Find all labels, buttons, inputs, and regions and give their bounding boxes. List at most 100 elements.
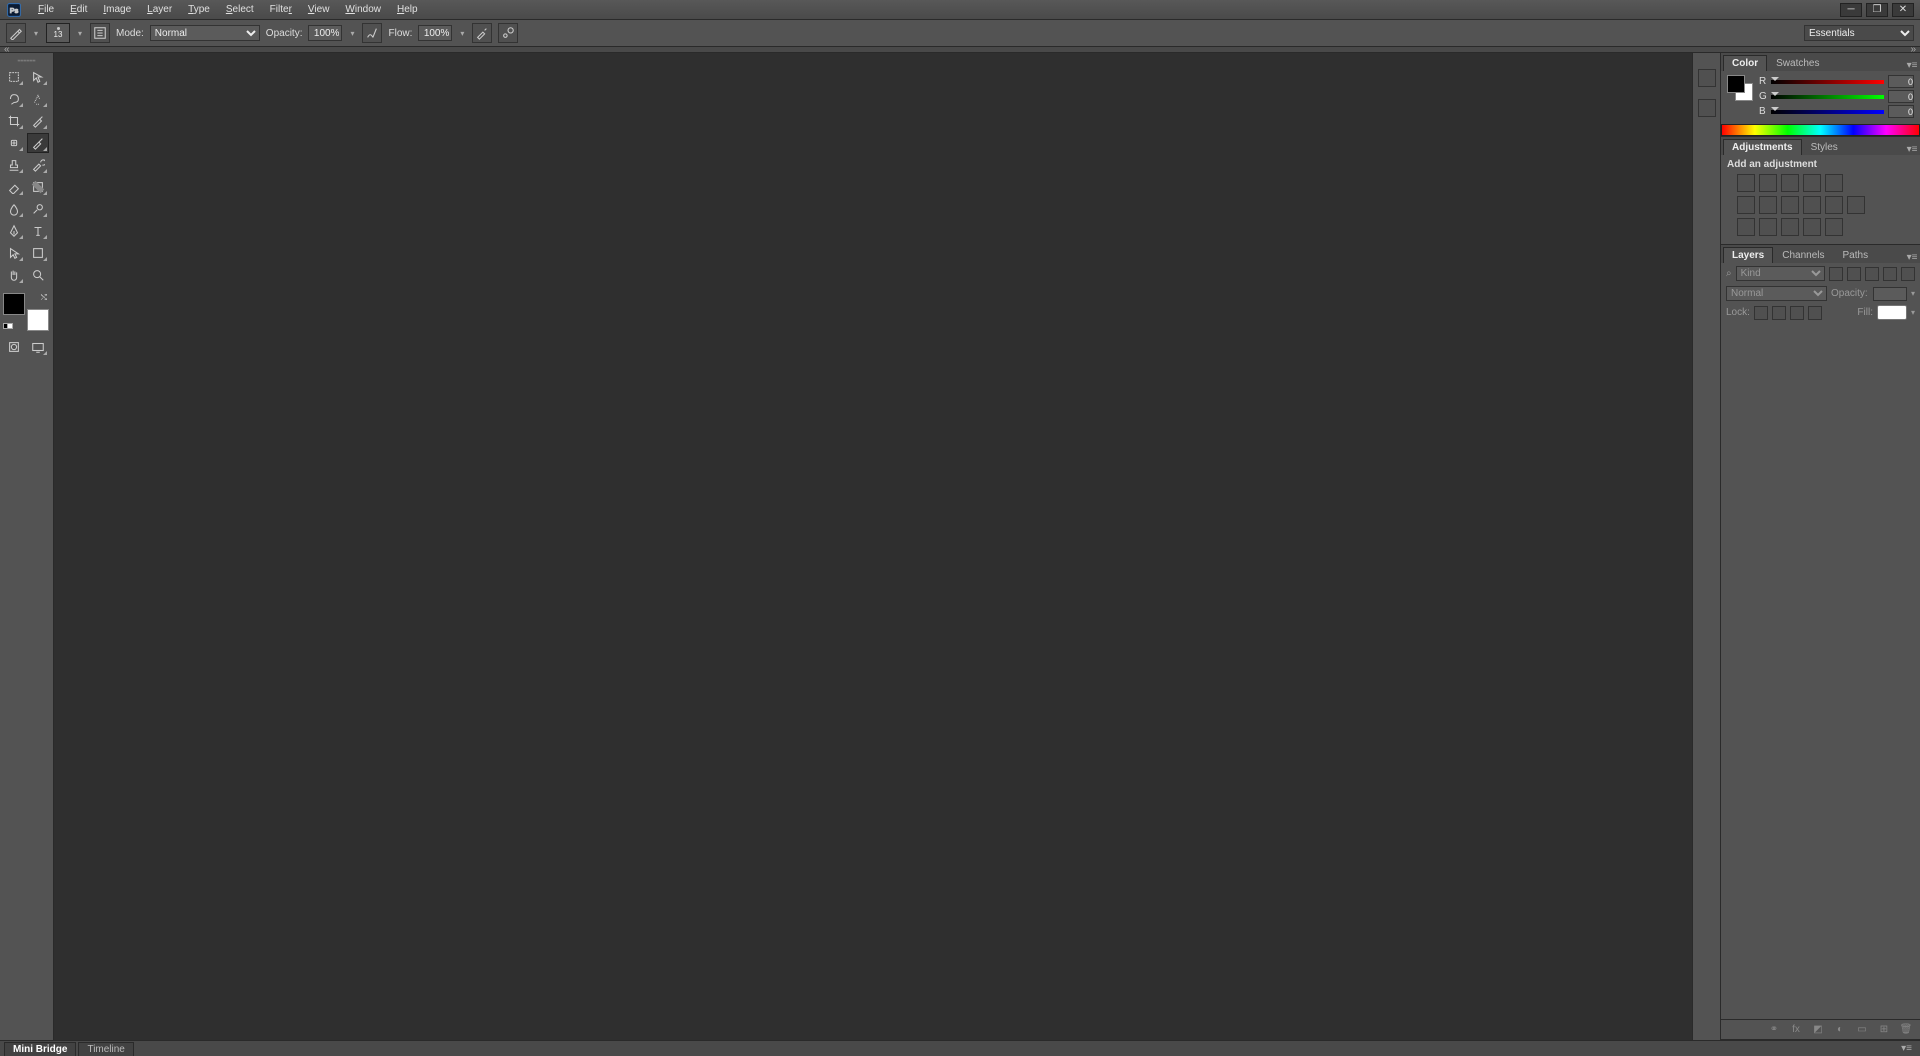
- window-maximize-button[interactable]: ❐: [1866, 3, 1888, 17]
- menu-image[interactable]: Image: [95, 2, 139, 17]
- new-layer-icon[interactable]: ⊞: [1876, 1023, 1892, 1037]
- marquee-tool[interactable]: [3, 67, 25, 87]
- layer-fill-input[interactable]: [1877, 305, 1907, 320]
- foreground-color[interactable]: [3, 293, 25, 315]
- adj-channelmixer-icon[interactable]: [1825, 196, 1843, 214]
- history-brush-tool[interactable]: [27, 155, 49, 175]
- brush-tool[interactable]: [27, 133, 49, 153]
- adj-colorlookup-icon[interactable]: [1847, 196, 1865, 214]
- blend-mode-select[interactable]: Normal: [150, 25, 260, 41]
- layer-fx-icon[interactable]: fx: [1788, 1023, 1804, 1037]
- zoom-tool[interactable]: [27, 265, 49, 285]
- layer-opacity-dropdown[interactable]: ▾: [1911, 289, 1915, 298]
- lock-transparent-icon[interactable]: [1754, 306, 1768, 320]
- lock-pixels-icon[interactable]: [1772, 306, 1786, 320]
- blur-tool[interactable]: [3, 199, 25, 219]
- panel-color-swatch[interactable]: [1727, 75, 1753, 101]
- menu-type[interactable]: Type: [180, 2, 218, 17]
- new-fill-adj-icon[interactable]: ◐: [1832, 1023, 1848, 1037]
- layer-fill-dropdown[interactable]: ▾: [1911, 308, 1915, 317]
- adj-vibrance-icon[interactable]: [1825, 174, 1843, 192]
- tab-styles[interactable]: Styles: [1802, 139, 1847, 155]
- filter-shape-icon[interactable]: [1883, 267, 1897, 281]
- tab-mini-bridge[interactable]: Mini Bridge: [4, 1042, 76, 1056]
- tab-paths[interactable]: Paths: [1834, 247, 1878, 263]
- shape-tool[interactable]: [27, 243, 49, 263]
- color-panel-menu[interactable]: ▾≡: [1906, 60, 1918, 71]
- filter-smart-icon[interactable]: [1901, 267, 1915, 281]
- adj-curves-icon[interactable]: [1781, 174, 1799, 192]
- opacity-input[interactable]: [308, 25, 342, 41]
- filter-type-icon[interactable]: [1865, 267, 1879, 281]
- screenmode-tool[interactable]: [27, 337, 49, 357]
- menu-file[interactable]: File: [30, 2, 62, 17]
- tab-color[interactable]: Color: [1723, 55, 1767, 71]
- adj-selectivecolor-icon[interactable]: [1825, 218, 1843, 236]
- opacity-dropdown[interactable]: ▾: [348, 29, 356, 38]
- adj-threshold-icon[interactable]: [1781, 218, 1799, 236]
- layers-panel-menu[interactable]: ▾≡: [1906, 252, 1918, 263]
- adj-photofilter-icon[interactable]: [1803, 196, 1821, 214]
- swap-colors-icon[interactable]: ⤭: [41, 293, 47, 303]
- adj-hue-icon[interactable]: [1737, 196, 1755, 214]
- slider-b[interactable]: [1771, 107, 1884, 117]
- value-b[interactable]: [1888, 105, 1914, 118]
- new-group-icon[interactable]: ▭: [1854, 1023, 1870, 1037]
- menu-view[interactable]: View: [300, 2, 338, 17]
- lock-position-icon[interactable]: [1790, 306, 1804, 320]
- layer-opacity-input[interactable]: [1873, 287, 1907, 301]
- brush-preset-picker[interactable]: 13: [46, 23, 70, 43]
- menu-layer[interactable]: Layer: [139, 2, 180, 17]
- adj-brightness-icon[interactable]: [1737, 174, 1755, 192]
- stamp-tool[interactable]: [3, 155, 25, 175]
- type-tool[interactable]: [27, 221, 49, 241]
- window-minimize-button[interactable]: ─: [1840, 3, 1862, 17]
- delete-layer-icon[interactable]: 🗑: [1898, 1023, 1914, 1037]
- layer-blend-select[interactable]: Normal: [1726, 286, 1827, 301]
- value-g[interactable]: [1888, 90, 1914, 103]
- adj-gradientmap-icon[interactable]: [1803, 218, 1821, 236]
- history-panel-icon[interactable]: [1698, 69, 1716, 87]
- dodge-tool[interactable]: [27, 199, 49, 219]
- pen-tool[interactable]: [3, 221, 25, 241]
- crop-tool[interactable]: [3, 111, 25, 131]
- brush-preset-dropdown[interactable]: ▾: [76, 29, 84, 38]
- menu-select[interactable]: Select: [218, 2, 262, 17]
- menu-help[interactable]: Help: [389, 2, 426, 17]
- adj-posterize-icon[interactable]: [1759, 218, 1777, 236]
- healing-tool[interactable]: [3, 133, 25, 153]
- eraser-tool[interactable]: [3, 177, 25, 197]
- adjustments-panel-menu[interactable]: ▾≡: [1906, 144, 1918, 155]
- flow-dropdown[interactable]: ▾: [458, 29, 466, 38]
- tab-swatches[interactable]: Swatches: [1767, 55, 1828, 71]
- canvas-area[interactable]: [54, 53, 1692, 1040]
- layer-filter-kind[interactable]: Kind: [1736, 266, 1825, 281]
- link-layers-icon[interactable]: ⚭: [1766, 1023, 1782, 1037]
- pressure-size-toggle[interactable]: [498, 23, 518, 43]
- hand-tool[interactable]: [3, 265, 25, 285]
- tab-channels[interactable]: Channels: [1773, 247, 1833, 263]
- properties-panel-icon[interactable]: [1698, 99, 1716, 117]
- adj-invert-icon[interactable]: [1737, 218, 1755, 236]
- lasso-tool[interactable]: [3, 89, 25, 109]
- tab-layers[interactable]: Layers: [1723, 247, 1773, 263]
- airbrush-toggle[interactable]: [472, 23, 492, 43]
- bottom-panel-menu[interactable]: ▾≡: [1897, 1043, 1916, 1054]
- brush-panel-toggle[interactable]: [90, 23, 110, 43]
- workspace-select[interactable]: Essentials: [1804, 25, 1914, 41]
- quickmask-tool[interactable]: [3, 337, 25, 357]
- filter-pixel-icon[interactable]: [1829, 267, 1843, 281]
- menu-edit[interactable]: Edit: [62, 2, 95, 17]
- flow-input[interactable]: [418, 25, 452, 41]
- quick-select-tool[interactable]: [27, 89, 49, 109]
- slider-r[interactable]: [1771, 77, 1884, 87]
- value-r[interactable]: [1888, 75, 1914, 88]
- gradient-tool[interactable]: [27, 177, 49, 197]
- current-tool-icon[interactable]: [6, 23, 26, 43]
- adj-bw-icon[interactable]: [1781, 196, 1799, 214]
- eyedropper-tool[interactable]: [27, 111, 49, 131]
- slider-g[interactable]: [1771, 92, 1884, 102]
- adj-exposure-icon[interactable]: [1803, 174, 1821, 192]
- tool-preset-dropdown[interactable]: ▾: [32, 29, 40, 38]
- tab-adjustments[interactable]: Adjustments: [1723, 139, 1802, 155]
